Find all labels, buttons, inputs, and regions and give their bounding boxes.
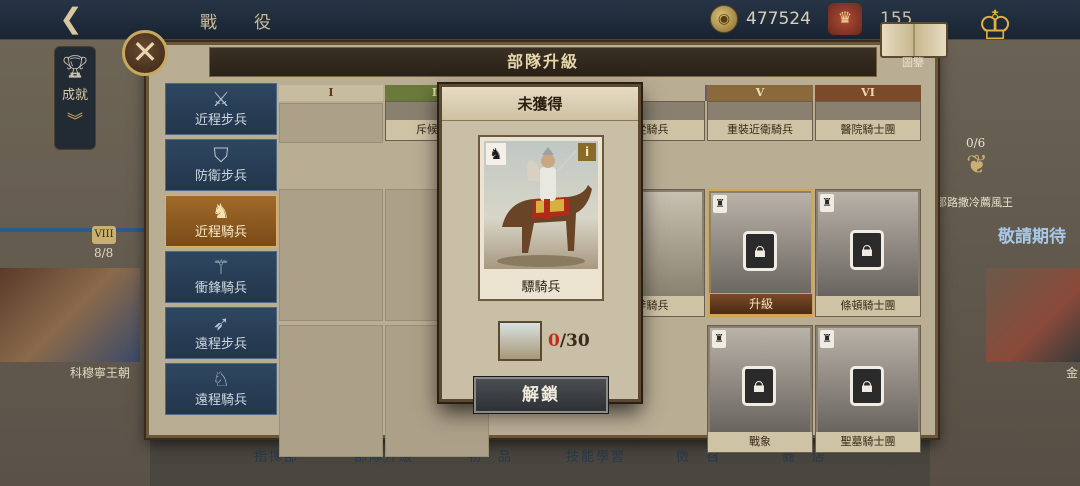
info-button[interactable]: i [578,143,596,161]
unit-portrait: ♞ i [484,141,598,269]
unit-card[interactable]: 重裝近衛騎兵 [707,101,813,141]
category-label: 遠程步兵 [194,337,247,352]
prestige-icon: ♛ [828,3,862,35]
lock-icon: 🔒︎ [850,366,884,406]
coin-icon: ◉ [710,5,738,33]
category-ranged-cavalry[interactable]: ♘ 遠程騎兵 [165,363,277,415]
crossed-swords-icon: ⚔ [212,87,230,111]
category-defensive-infantry[interactable]: ⛉ 防衛步兵 [165,139,277,191]
campaign-progress-right: 0/6 [966,136,986,150]
tab-skills[interactable]: 技能學習 [566,446,626,465]
campaign-caption-right: 金 [1066,366,1079,380]
unit-name: 條頓騎士團 [816,296,920,316]
rook-icon: ♜ [712,330,726,348]
shard-progress: 0/30 [548,331,590,351]
codex-button[interactable]: 圖鑒 [876,22,952,70]
category-label: 近程步兵 [194,113,247,128]
category-shock-cavalry[interactable]: ⚚ 衝鋒騎兵 [165,251,277,303]
unlock-button[interactable]: 解鎖 [474,377,608,413]
chevron-down-icon: ︾ [66,111,83,130]
empty-slot [279,189,383,321]
lance-icon: ⚚ [212,255,230,279]
book-icon [880,22,948,58]
unit-card[interactable]: 醫院騎士團 [815,101,921,141]
upgrade-button[interactable]: 升級 [709,293,813,315]
unit-card-selected[interactable]: ♜ 🔒︎ 升級 [707,189,813,317]
back-arrow-icon[interactable]: ❮ [42,2,100,36]
lock-icon: 🔒︎ [850,230,884,270]
right-side-panel [930,40,1080,486]
rook-icon: ♜ [820,330,834,348]
unit-name: 重裝近衛騎兵 [708,120,812,140]
lock-icon: 🔒︎ [742,366,776,406]
trophy-icon: 🏆︎ [61,55,89,80]
category-list: ⚔ 近程步兵 ⛉ 防衛步兵 ♞ 近程騎兵 ⚚ 衝鋒騎兵 ➶ 遠程步兵 ♘ 遠程騎… [165,83,277,419]
category-label: 遠程騎兵 [194,393,247,408]
empty-slot [279,325,383,457]
popup-title: 未獲得 [442,87,638,121]
laurel-icon: ❦ [966,150,988,180]
unit-name: 戰象 [708,432,812,452]
unit-name: 聖墓騎士團 [816,432,920,452]
column-header: I [279,85,383,101]
shards-owned: 0 [548,331,560,351]
category-label: 衝鋒騎兵 [194,281,247,296]
unit-shard-icon [498,321,542,361]
campaign-scene-left[interactable] [0,268,140,362]
coming-soon-label: 敬請期待 [998,227,1066,247]
category-label: 防衛步兵 [194,169,247,184]
shards-required: /30 [559,331,590,351]
column-header: V [707,85,813,101]
unit-card[interactable]: ♜ 🔒︎ 聖墓騎士團 [815,325,921,453]
category-melee-infantry[interactable]: ⚔ 近程步兵 [165,83,277,135]
horse-head-icon: ♞ [486,143,506,165]
lock-icon: 🔒︎ [743,231,777,271]
category-label: 近程騎兵 [194,225,247,240]
category-ranged-infantry[interactable]: ➶ 遠程步兵 [165,307,277,359]
era-badge: VIII [92,226,116,244]
unit-name: 醫院騎士團 [816,120,920,140]
campaign-scene-right[interactable] [986,268,1080,362]
column-header: VI [815,85,921,101]
page-title: 戰 役 [200,13,281,33]
achievement-button[interactable]: 🏆︎ 成就 ︾ [54,46,96,150]
empty-slot [279,103,383,143]
unit-card[interactable]: ♜ 🔒︎ 戰象 [707,325,813,453]
unit-name: 驃騎兵 [521,280,561,295]
codex-label: 圖鑒 [902,56,924,69]
era-progress: 8/8 [94,246,114,260]
campaign-name-right: 那路撒冷薦風王 [936,196,1013,209]
bow-icon: ➶ [212,311,230,335]
coin-count: 477524 [746,9,811,29]
close-button[interactable]: ✕ [122,30,168,76]
unit-detail-popup: 未獲得 ♞ i 驃騎兵 0/30 解鎖 [439,84,641,413]
rook-icon: ♜ [713,195,727,213]
unit-card[interactable]: ♜ 🔒︎ 條頓騎士團 [815,189,921,317]
horse-head-icon: ♞ [212,199,230,223]
panel-title: 部隊升級 [209,47,877,77]
achievement-label: 成就 [61,88,88,103]
category-melee-cavalry[interactable]: ♞ 近程騎兵 [165,195,277,247]
shield-icon: ⛉ [213,143,229,167]
rook-icon: ♜ [820,194,834,212]
horse-archer-icon: ♘ [212,367,230,391]
campaign-caption-left: 科穆寧王朝 [70,366,131,380]
unit-card-large: ♞ i 驃騎兵 [478,135,604,301]
